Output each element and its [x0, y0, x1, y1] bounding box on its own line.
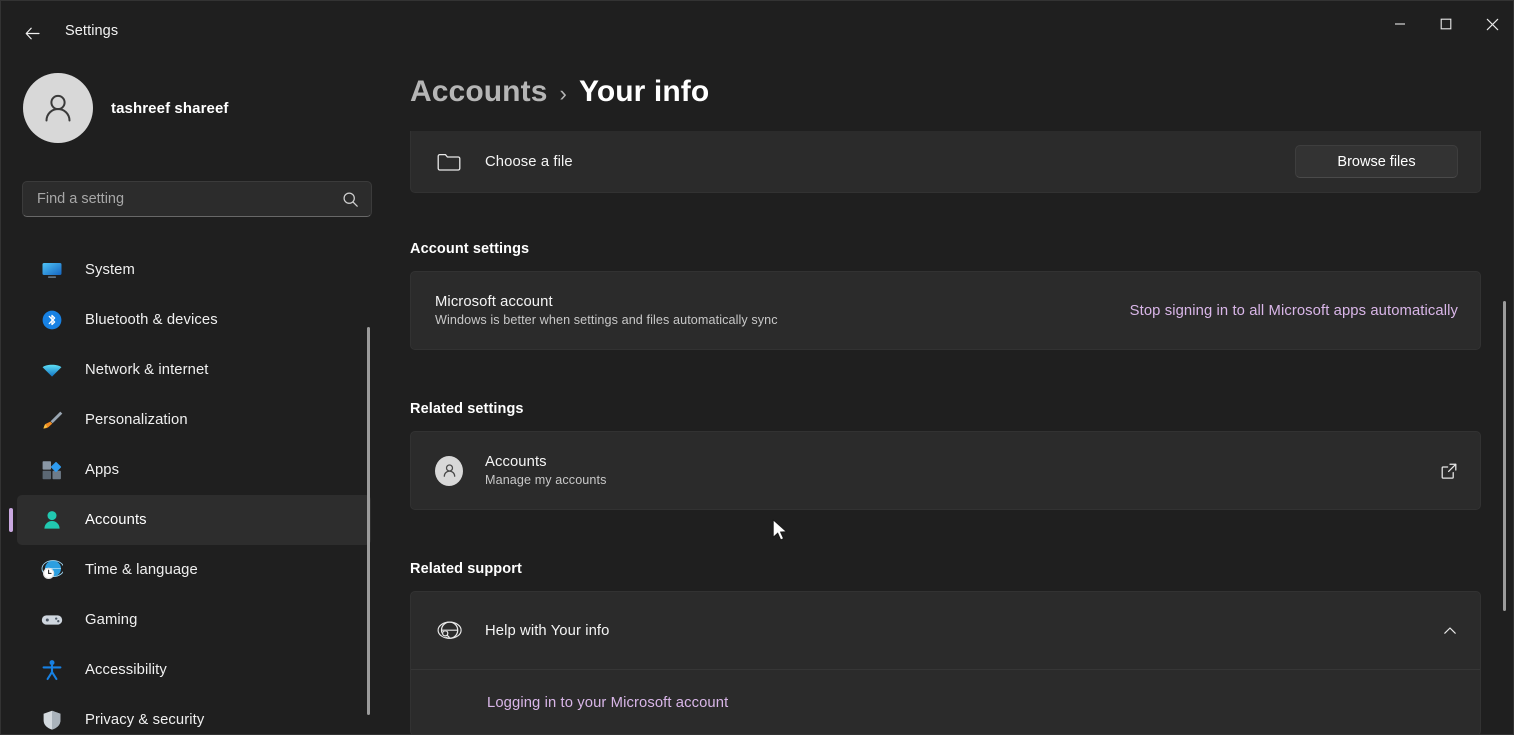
related-settings-heading: Related settings	[410, 401, 524, 417]
main-scrollbar-thumb[interactable]	[1503, 301, 1506, 611]
folder-icon	[435, 149, 463, 175]
search-input[interactable]	[37, 191, 342, 207]
search-icon	[342, 191, 359, 208]
sidebar-item-accounts[interactable]: Accounts	[9, 495, 371, 545]
profile-name: tashreef shareef	[111, 99, 229, 117]
related-accounts-text: Accounts Manage my accounts	[485, 454, 1424, 487]
sidebar-item-bluetooth-devices[interactable]: Bluetooth & devices	[17, 295, 371, 345]
globe-search-icon	[435, 618, 463, 644]
person-avatar-icon	[435, 455, 463, 486]
page-title: Your info	[578, 75, 710, 108]
help-card: Help with Your info Logging in to your M…	[410, 591, 1481, 734]
choose-file-card: Choose a file Browse files	[410, 131, 1481, 193]
microsoft-account-title: Microsoft account	[435, 294, 553, 310]
sidebar-item-privacy-security[interactable]: Privacy & security	[17, 695, 371, 734]
sidebar-item-time-language[interactable]: Time & language	[17, 545, 371, 595]
account-settings-heading: Account settings	[410, 241, 530, 257]
browse-files-button[interactable]: Browse files	[1295, 145, 1458, 178]
help-link-row: Logging in to your Microsoft account	[411, 670, 1480, 734]
shield-icon	[41, 709, 63, 731]
choose-file-title: Choose a file	[485, 153, 573, 170]
person-icon	[41, 509, 63, 531]
minimize-button[interactable]	[1377, 1, 1423, 47]
sidebar-item-personalization[interactable]: Personalization	[17, 395, 371, 445]
sidebar-nav: System Bluetooth & devices Network & int…	[1, 245, 385, 734]
microsoft-account-text: Microsoft account Windows is better when…	[435, 294, 1130, 327]
monitor-icon	[41, 259, 63, 281]
microsoft-account-subtitle: Windows is better when settings and file…	[435, 313, 778, 327]
microsoft-account-card: Microsoft account Windows is better when…	[410, 271, 1481, 350]
help-expander-row[interactable]: Help with Your info	[411, 592, 1480, 670]
breadcrumb-parent[interactable]: Accounts	[410, 75, 548, 109]
person-avatar-icon	[45, 94, 71, 122]
sidebar-scrollbar-thumb[interactable]	[367, 327, 370, 715]
sidebar-item-label: Bluetooth & devices	[85, 312, 218, 328]
choose-file-text: Choose a file	[485, 154, 1295, 170]
back-button[interactable]	[15, 17, 49, 49]
sidebar-item-label: Accounts	[85, 512, 147, 528]
back-arrow-icon	[25, 27, 40, 39]
sidebar-item-network-internet[interactable]: Network & internet	[17, 345, 371, 395]
paintbrush-icon	[41, 409, 63, 431]
settings-scroll-area: Choose a file Browse files Account setti…	[385, 131, 1513, 734]
sidebar-item-system[interactable]: System	[17, 245, 371, 295]
sidebar-item-label: Privacy & security	[85, 712, 205, 728]
gamepad-icon	[41, 609, 63, 631]
sidebar-item-label: Time & language	[85, 562, 198, 578]
sidebar-item-apps[interactable]: Apps	[17, 445, 371, 495]
breadcrumb-separator: ›	[559, 81, 567, 106]
related-support-heading: Related support	[410, 561, 522, 577]
settings-window: Settings tashreef shareef Find a setting…	[0, 0, 1514, 735]
maximize-icon	[1440, 18, 1452, 30]
apps-grid-icon	[41, 459, 63, 481]
sidebar-item-label: Personalization	[85, 412, 188, 428]
close-button[interactable]	[1469, 1, 1513, 47]
wifi-icon	[41, 359, 63, 381]
avatar	[23, 73, 93, 143]
window-title: Settings	[65, 23, 119, 39]
breadcrumb: Accounts › Your info	[410, 75, 709, 109]
sidebar-item-label: Apps	[85, 462, 120, 478]
chevron-up-icon[interactable]	[1442, 623, 1458, 639]
related-accounts-subtitle: Manage my accounts	[485, 473, 607, 487]
minimize-icon	[1395, 23, 1405, 25]
related-accounts-title: Accounts	[485, 454, 547, 470]
window-controls	[1377, 1, 1513, 47]
sidebar-item-label: Gaming	[85, 612, 138, 628]
stop-signing-in-link[interactable]: Stop signing in to all Microsoft apps au…	[1130, 303, 1458, 319]
maximize-button[interactable]	[1423, 1, 1469, 47]
title-bar: Settings	[1, 1, 1513, 65]
bluetooth-icon	[41, 309, 63, 331]
sidebar-item-label: System	[85, 262, 135, 278]
search-box[interactable]	[22, 181, 372, 217]
globe-clock-icon	[41, 559, 63, 581]
external-link-icon	[1440, 462, 1458, 480]
help-title-wrap: Help with Your info	[485, 623, 1442, 639]
sidebar: tashreef shareef Find a setting System B…	[1, 65, 385, 734]
choose-file-row[interactable]: Choose a file Browse files	[411, 131, 1480, 192]
accessibility-icon	[41, 659, 63, 681]
help-title: Help with Your info	[485, 622, 610, 639]
sidebar-item-label: Accessibility	[85, 662, 167, 678]
related-accounts-card[interactable]: Accounts Manage my accounts	[410, 431, 1481, 510]
sidebar-item-label: Network & internet	[85, 362, 209, 378]
related-accounts-row[interactable]: Accounts Manage my accounts	[411, 432, 1480, 509]
sidebar-item-gaming[interactable]: Gaming	[17, 595, 371, 645]
help-link-logging-in[interactable]: Logging in to your Microsoft account	[487, 695, 728, 711]
main-scrollbar-track[interactable]	[1500, 65, 1512, 734]
profile-block[interactable]: tashreef shareef	[23, 73, 229, 143]
sidebar-item-accessibility[interactable]: Accessibility	[17, 645, 371, 695]
main-content: Accounts › Your info Choose a file Brows…	[385, 65, 1513, 734]
microsoft-account-row: Microsoft account Windows is better when…	[411, 272, 1480, 349]
close-icon	[1486, 18, 1498, 30]
